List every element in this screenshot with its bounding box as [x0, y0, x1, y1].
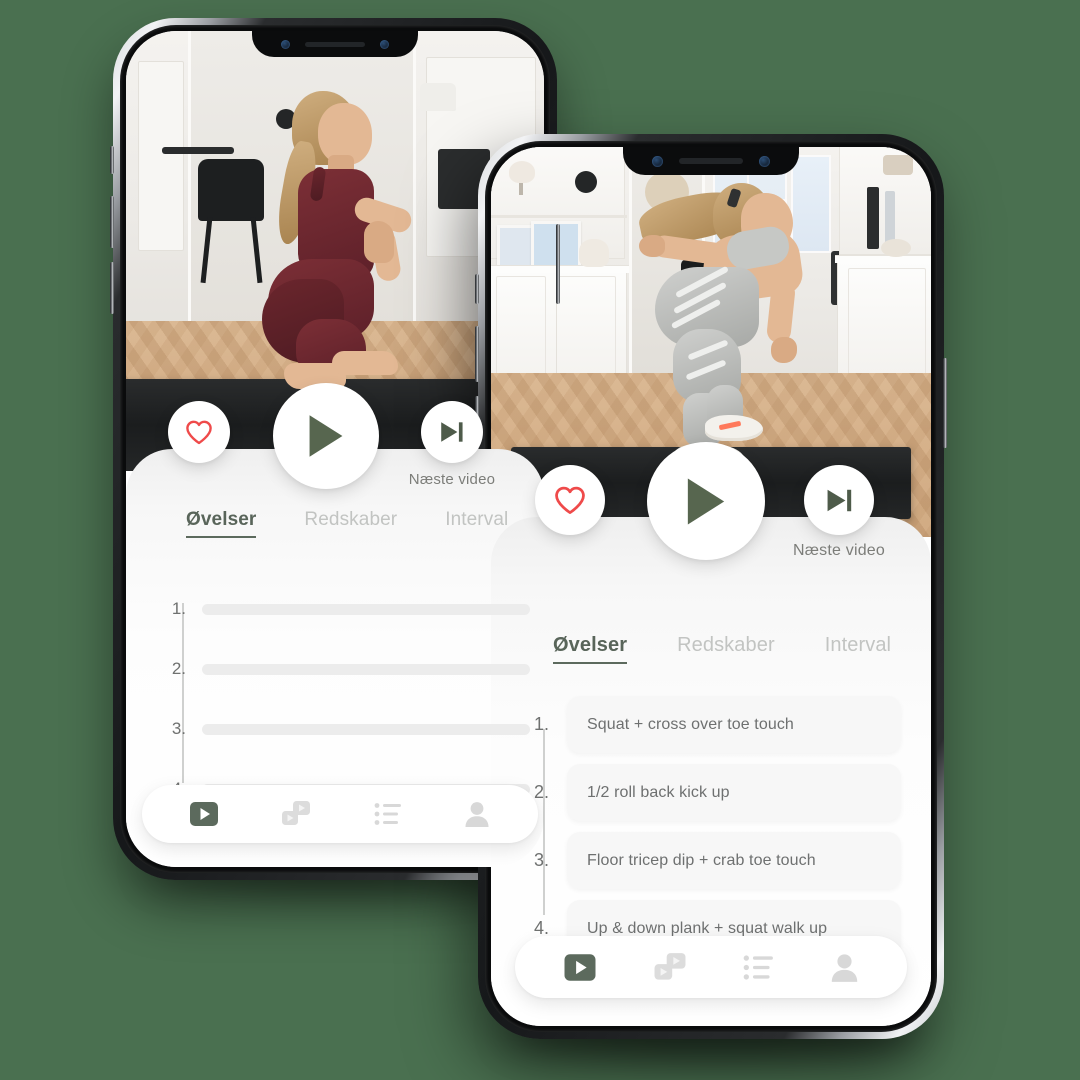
- front-phone-nav-video[interactable]: [563, 952, 597, 983]
- skip-forward-icon: [441, 422, 463, 442]
- back-phone-list-item[interactable]: 2.: [156, 639, 530, 699]
- back-phone-nav-profile[interactable]: [463, 800, 491, 828]
- front-phone-volume-up-button[interactable]: [475, 326, 479, 382]
- front-phone-controls: Næste video: [491, 442, 931, 587]
- back-phone-tab-redskaber[interactable]: Redskaber: [304, 509, 397, 538]
- front-phone-notch: [623, 147, 799, 175]
- back-phone-volume-down-button[interactable]: [110, 262, 114, 314]
- back-phone-like-button[interactable]: [168, 401, 230, 463]
- back-phone-next-button[interactable]: [421, 401, 483, 463]
- play-icon: [687, 478, 725, 524]
- front-phone-list-number: 3.: [533, 850, 549, 870]
- front-phone-tab-interval[interactable]: Interval: [825, 634, 891, 664]
- front-phone-tab-redskaber[interactable]: Redskaber: [677, 634, 775, 664]
- back-phone-person: [256, 83, 446, 423]
- front-phone-exercise-title: 1/2 roll back kick up: [587, 783, 730, 801]
- front-phone-exercise-card[interactable]: Squat + cross over toe touch: [567, 696, 901, 753]
- front-phone-list-item[interactable]: 1. Squat + cross over toe touch: [517, 693, 901, 756]
- front-phone-list-number: 1.: [533, 714, 549, 734]
- back-phone-nav-video[interactable]: [189, 800, 219, 828]
- back-phone-exercise-list: 1. 2. 3. 4.: [156, 579, 530, 819]
- front-phone-power-button[interactable]: [943, 358, 947, 448]
- back-phone-play-button[interactable]: [273, 383, 379, 489]
- back-phone-tab-ovelser[interactable]: Øvelser: [186, 509, 257, 538]
- back-phone-skeleton-bar: [202, 603, 530, 615]
- back-phone-skeleton-bar: [202, 723, 530, 735]
- front-phone-exercise-card[interactable]: 1/2 roll back kick up: [567, 764, 901, 821]
- face-camera-icon: [281, 39, 291, 49]
- back-phone-bottom-nav: [142, 785, 538, 843]
- front-phone-exercise-card[interactable]: Floor tricep dip + crab toe touch: [567, 832, 901, 889]
- video-play-icon: [564, 953, 595, 981]
- front-phone-next-button[interactable]: [804, 465, 874, 535]
- front-phone-exercise-title: Up & down plank + squat walk up: [587, 919, 828, 937]
- heart-outline-icon: [555, 486, 585, 514]
- play-icon: [309, 415, 343, 457]
- front-phone-device: Næste video Øvelser Redskaber Interval 1…: [475, 134, 947, 1039]
- front-phone-tabs: Øvelser Redskaber Interval: [553, 634, 891, 664]
- mockup-stage: Næste video Øvelser Redskaber Interval 1…: [0, 0, 1080, 1080]
- front-phone-next-label: Næste video: [792, 542, 886, 559]
- back-phone-list-number: 1.: [171, 599, 186, 618]
- front-phone-tab-ovelser[interactable]: Øvelser: [553, 634, 628, 664]
- front-phone-bezel: Næste video Øvelser Redskaber Interval 1…: [485, 141, 937, 1032]
- front-phone-exercise-title: Squat + cross over toe touch: [587, 715, 794, 733]
- list-icon: [743, 954, 773, 980]
- front-phone-list-item[interactable]: 2. 1/2 roll back kick up: [517, 761, 901, 824]
- back-phone-list-number: 3.: [171, 719, 186, 738]
- front-phone-exercise-list: 1. Squat + cross over toe touch 2. 1/2 r…: [517, 693, 901, 960]
- skip-forward-icon: [827, 489, 851, 511]
- equipment-icon: [654, 952, 685, 980]
- video-play-icon: [189, 802, 218, 826]
- front-camera-icon: [379, 39, 389, 49]
- earpiece-speaker: [305, 41, 365, 47]
- back-phone-screen: Næste video Øvelser Redskaber Interval 1…: [126, 31, 544, 867]
- front-phone-exercise-title: Floor tricep dip + crab toe touch: [587, 851, 816, 869]
- back-phone-list-item[interactable]: 3.: [156, 699, 530, 759]
- front-phone-bottom-nav: [515, 936, 907, 998]
- back-phone-list-item[interactable]: 1.: [156, 579, 530, 639]
- back-phone-nav-equipment[interactable]: [280, 800, 312, 828]
- back-phone-mute-switch[interactable]: [110, 146, 114, 174]
- front-phone-nav-list[interactable]: [743, 953, 774, 982]
- front-phone-like-button[interactable]: [535, 465, 605, 535]
- face-camera-icon: [652, 155, 664, 167]
- earpiece-speaker: [679, 158, 743, 164]
- back-phone-nav-list[interactable]: [374, 801, 402, 827]
- heart-outline-icon: [186, 420, 212, 444]
- back-phone-tabs: Øvelser Redskaber Interval: [186, 509, 508, 538]
- front-phone-list-item[interactable]: 3. Floor tricep dip + crab toe touch: [517, 829, 901, 892]
- profile-icon: [465, 802, 489, 827]
- back-phone-skeleton-bar: [202, 663, 530, 675]
- back-phone-bezel: Næste video Øvelser Redskaber Interval 1…: [120, 25, 550, 873]
- back-phone-controls: Næste video: [126, 383, 544, 513]
- back-phone-list-number: 2.: [171, 659, 186, 678]
- front-phone-nav-profile[interactable]: [829, 952, 860, 983]
- back-phone-volume-up-button[interactable]: [110, 196, 114, 248]
- front-camera-icon: [758, 155, 770, 167]
- front-phone-play-button[interactable]: [647, 442, 765, 560]
- profile-icon: [831, 953, 857, 982]
- front-phone-mute-switch[interactable]: [475, 274, 479, 304]
- list-icon: [374, 803, 401, 825]
- front-phone-nav-equipment[interactable]: [652, 952, 688, 983]
- back-phone-notch: [252, 31, 418, 57]
- back-phone-power-button[interactable]: [556, 224, 560, 304]
- equipment-icon: [282, 801, 311, 825]
